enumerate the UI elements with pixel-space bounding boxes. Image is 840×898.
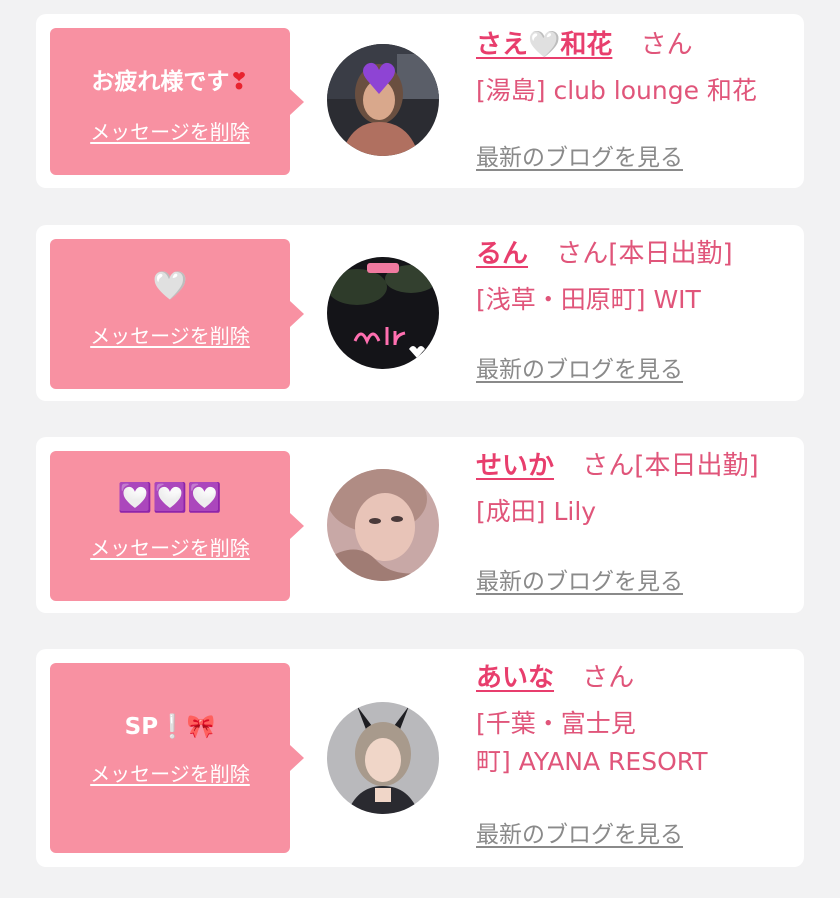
heart-decoration-icon: 💟💟💟 [117, 481, 223, 514]
avatar-photo [327, 44, 439, 156]
member-name-link[interactable]: さえ🤍和花 [476, 30, 612, 60]
shop-label-line: 町] AYANA RESORT [476, 747, 708, 776]
message-text: SP❕🎀 [124, 714, 216, 740]
list-item: お疲れ様です❣ メッセージを削除 さえ🤍和花 さん [湯島] club loun… [36, 14, 804, 188]
list-item: 💟💟💟 メッセージを削除 せいか さん[本日出勤] [成田] Lily 最新のブ… [36, 437, 804, 613]
name-line: るん さん[本日出勤] [476, 237, 784, 271]
list-item: 🤍 メッセージを削除 るん さん[本日出勤] [浅草・田原町] WIT 最新のブ… [36, 225, 804, 401]
name-line: さえ🤍和花 さん [476, 28, 784, 62]
favorites-list: お疲れ様です❣ メッセージを削除 さえ🤍和花 さん [湯島] club loun… [0, 0, 840, 898]
member-name-link[interactable]: あいな [476, 663, 554, 693]
message-bubble: 🤍 メッセージを削除 [50, 239, 304, 389]
latest-blog-link[interactable]: 最新のブログを見る [476, 138, 683, 172]
message-text: 🤍 [153, 269, 188, 302]
honorific: さん [556, 239, 609, 269]
honorific: さん [582, 451, 635, 481]
latest-blog-link[interactable]: 最新のブログを見る [476, 815, 683, 849]
delete-message-link[interactable]: メッセージを削除 [90, 758, 250, 787]
status-badge: [本日出勤] [608, 239, 733, 269]
shop-label-line: [千葉・富士見 [476, 709, 636, 738]
latest-blog-link[interactable]: 最新のブログを見る [476, 350, 683, 384]
avatar-photo [327, 469, 439, 581]
name-line: せいか さん[本日出勤] [476, 449, 784, 483]
message-text: 💟💟💟 [118, 481, 223, 514]
message-bubble: お疲れ様です❣ メッセージを削除 [50, 28, 304, 175]
avatar-photo [327, 702, 439, 814]
message-bubble: SP❕🎀 メッセージを削除 [50, 663, 304, 853]
status-badge: [本日出勤] [634, 451, 759, 481]
delete-message-link[interactable]: メッセージを削除 [90, 532, 250, 561]
shop-label: [千葉・富士見 町] AYANA RESORT [476, 705, 784, 781]
avatar[interactable] [327, 469, 439, 581]
shop-label: [湯島] club lounge 和花 [476, 76, 757, 105]
delete-message-link[interactable]: メッセージを削除 [90, 116, 250, 145]
list-item: SP❕🎀 メッセージを削除 あいな さん [千葉・富士見 町] AYANA RE… [36, 649, 804, 867]
name-line: あいな さん [476, 661, 784, 695]
message-text: お疲れ様です❣ [91, 69, 249, 95]
shop-label: [浅草・田原町] WIT [476, 285, 701, 314]
delete-message-link[interactable]: メッセージを削除 [90, 320, 250, 349]
member-name-link[interactable]: せいか [476, 451, 554, 481]
white-heart-icon: 🤍 [152, 269, 188, 302]
avatar[interactable] [327, 702, 439, 814]
message-bubble: 💟💟💟 メッセージを削除 [50, 451, 304, 601]
exclamation-heart-icon: ❣ [229, 69, 249, 95]
avatar[interactable] [327, 44, 439, 156]
honorific: さん [582, 663, 635, 693]
shop-label: [成田] Lily [476, 497, 597, 526]
avatar-photo [327, 257, 439, 369]
honorific: さん [640, 30, 693, 60]
latest-blog-link[interactable]: 最新のブログを見る [476, 562, 683, 596]
member-name-link[interactable]: るん [476, 239, 528, 269]
avatar[interactable] [327, 257, 439, 369]
ribbon-icon: 🎀 [186, 714, 216, 740]
